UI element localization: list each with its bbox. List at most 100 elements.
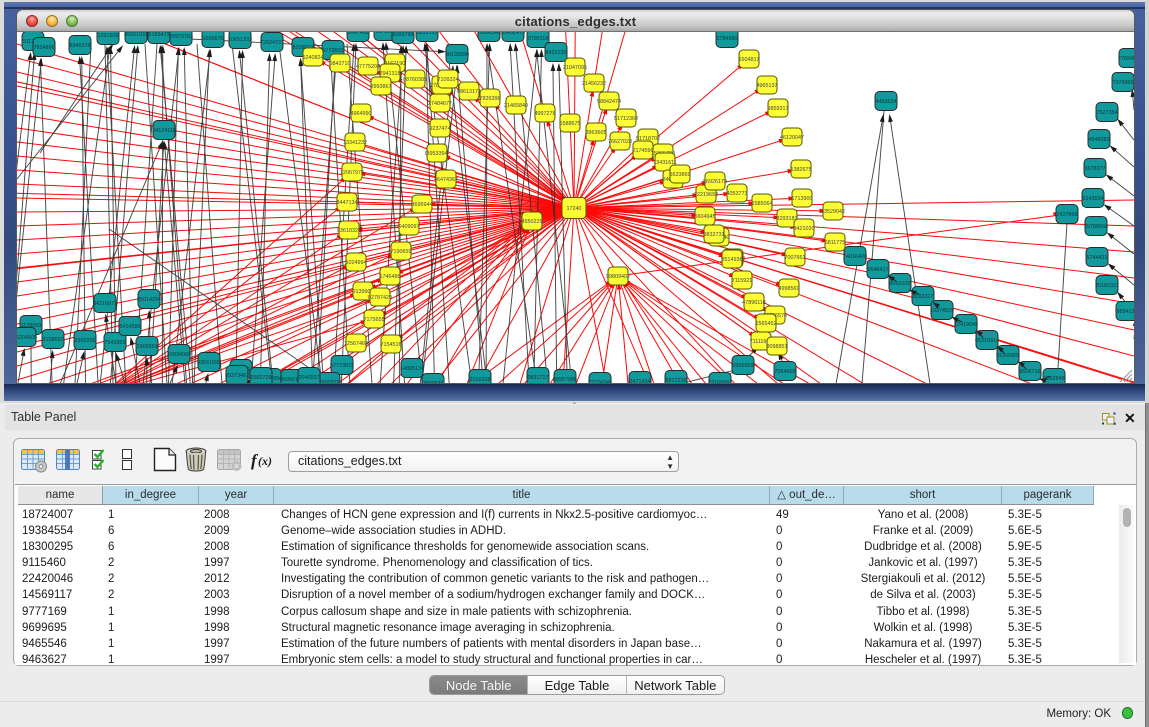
svg-text:8506716: 8506716 <box>1020 369 1041 375</box>
svg-text:08613171: 08613171 <box>457 89 481 95</box>
svg-text:58842474: 58842474 <box>597 99 621 105</box>
svg-text:1713900: 1713900 <box>792 196 813 202</box>
svg-text:74016400: 74016400 <box>843 254 867 260</box>
svg-text:7175655: 7175655 <box>364 317 385 323</box>
svg-text:7007661: 7007661 <box>785 255 806 261</box>
svg-text:21456232: 21456232 <box>582 81 606 87</box>
svg-text:53462475: 53462475 <box>501 32 525 36</box>
svg-text:1331509: 1331509 <box>98 33 119 39</box>
svg-text:8514936: 8514936 <box>722 257 743 263</box>
svg-text:76627028: 76627028 <box>608 139 632 145</box>
svg-text:3953394: 3953394 <box>427 151 448 157</box>
svg-text:3158692: 3158692 <box>43 337 64 343</box>
svg-text:1656670: 1656670 <box>203 36 224 42</box>
svg-text:3695944: 3695944 <box>412 202 433 208</box>
svg-text:02787429: 02787429 <box>368 295 392 301</box>
svg-text:35182337: 35182337 <box>1095 283 1119 289</box>
svg-text:6811775: 6811775 <box>825 240 846 246</box>
svg-text:46474367: 46474367 <box>434 177 458 183</box>
svg-text:7826398: 7826398 <box>480 96 501 102</box>
svg-text:7262849: 7262849 <box>1044 376 1065 382</box>
svg-text:1382675: 1382675 <box>791 167 812 173</box>
svg-text:9237474: 9237474 <box>430 126 451 132</box>
svg-text:83561595: 83561595 <box>197 360 221 366</box>
svg-text:7543303: 7543303 <box>105 340 126 346</box>
svg-text:26204505: 26204505 <box>17 335 37 341</box>
svg-text:4493534: 4493534 <box>876 99 897 105</box>
svg-text:36193990: 36193990 <box>445 52 469 58</box>
svg-text:14895134: 14895134 <box>400 366 424 372</box>
svg-text:5646417: 5646417 <box>868 267 889 273</box>
svg-text:8098851: 8098851 <box>767 344 788 350</box>
svg-text:2427868: 2427868 <box>1057 212 1078 218</box>
svg-text:72624731: 72624731 <box>260 40 284 46</box>
svg-text:85014294: 85014294 <box>137 297 161 303</box>
svg-text:6562729: 6562729 <box>251 375 272 381</box>
svg-text:5604945: 5604945 <box>695 214 716 220</box>
svg-text:0812191: 0812191 <box>417 32 438 36</box>
svg-text:7824896: 7824896 <box>34 45 55 51</box>
svg-text:22219693: 22219693 <box>694 192 718 198</box>
svg-text:46120047: 46120047 <box>780 135 804 141</box>
svg-text:2046537: 2046537 <box>299 375 320 381</box>
svg-text:08760385: 08760385 <box>403 77 427 83</box>
svg-text:93618324: 93618324 <box>337 228 361 234</box>
svg-text:5414586: 5414586 <box>120 324 141 330</box>
svg-text:3092327: 3092327 <box>913 294 934 300</box>
svg-text:12419049: 12419049 <box>954 322 978 328</box>
svg-text:8346578: 8346578 <box>70 43 91 49</box>
svg-text:12567468: 12567468 <box>344 341 368 347</box>
svg-text:29973763: 29973763 <box>169 34 193 40</box>
svg-text:5623869: 5623869 <box>670 172 691 178</box>
svg-text:3447134: 3447134 <box>337 200 358 206</box>
svg-text:89373467: 89373467 <box>225 373 249 379</box>
svg-text:1565452: 1565452 <box>756 321 777 327</box>
svg-text:88957986: 88957986 <box>553 377 577 383</box>
svg-text:9894134: 9894134 <box>1117 309 1135 315</box>
svg-text:2784980: 2784980 <box>717 36 738 42</box>
svg-text:0831727: 0831727 <box>528 375 549 381</box>
svg-text:10651333: 10651333 <box>228 37 252 43</box>
svg-text:(x): (x) <box>258 454 272 468</box>
svg-text:1965569: 1965569 <box>137 344 158 350</box>
svg-text:7109324: 7109324 <box>438 77 459 83</box>
svg-text:6773602: 6773602 <box>323 48 344 54</box>
svg-text:86926179: 86926179 <box>703 179 727 185</box>
svg-text:0799118: 0799118 <box>528 36 549 42</box>
svg-text:33529042: 33529042 <box>821 209 845 215</box>
svg-text:5744431: 5744431 <box>1087 255 1108 261</box>
svg-text:91905865: 91905865 <box>996 353 1020 359</box>
svg-text:27484677: 27484677 <box>428 101 452 107</box>
svg-text:5588675: 5588675 <box>560 121 581 127</box>
svg-text:4998569: 4998569 <box>779 286 800 292</box>
svg-text:7379965: 7379965 <box>1113 80 1134 86</box>
svg-text:77694531: 77694531 <box>1118 56 1134 62</box>
svg-text:6409097: 6409097 <box>399 224 420 230</box>
svg-text:19374529: 19374529 <box>930 308 954 314</box>
svg-text:39301031: 39301031 <box>124 32 148 38</box>
svg-text:7154516: 7154516 <box>381 342 402 348</box>
svg-text:5009788: 5009788 <box>393 32 414 38</box>
svg-text:13341232: 13341232 <box>343 140 367 146</box>
svg-text:66319314: 66319314 <box>975 338 999 344</box>
svg-text:99809402: 99809402 <box>606 274 630 280</box>
svg-text:16998543: 16998543 <box>477 32 501 36</box>
svg-text:8425135: 8425135 <box>546 50 567 56</box>
svg-text:12067974: 12067974 <box>340 170 364 176</box>
svg-text:5183473: 5183473 <box>149 32 170 38</box>
svg-text:7190659: 7190659 <box>391 249 412 255</box>
svg-text:4053773: 4053773 <box>727 191 748 197</box>
svg-text:0366909: 0366909 <box>733 363 754 369</box>
svg-text:9993867: 9993867 <box>371 84 392 90</box>
svg-text:5240824: 5240824 <box>303 55 324 61</box>
svg-text:21465840: 21465840 <box>504 103 528 109</box>
svg-text:47896118: 47896118 <box>742 300 766 306</box>
svg-text:57773872: 57773872 <box>330 363 354 369</box>
svg-text:4964990: 4964990 <box>351 111 372 117</box>
svg-text:1746488: 1746488 <box>380 274 401 280</box>
svg-text:4997278: 4997278 <box>535 111 556 117</box>
svg-text:0842710: 0842710 <box>330 61 351 67</box>
svg-text:34216073: 34216073 <box>93 301 117 307</box>
svg-text:7054668: 7054668 <box>775 369 796 375</box>
svg-text:47775204: 47775204 <box>356 64 380 70</box>
